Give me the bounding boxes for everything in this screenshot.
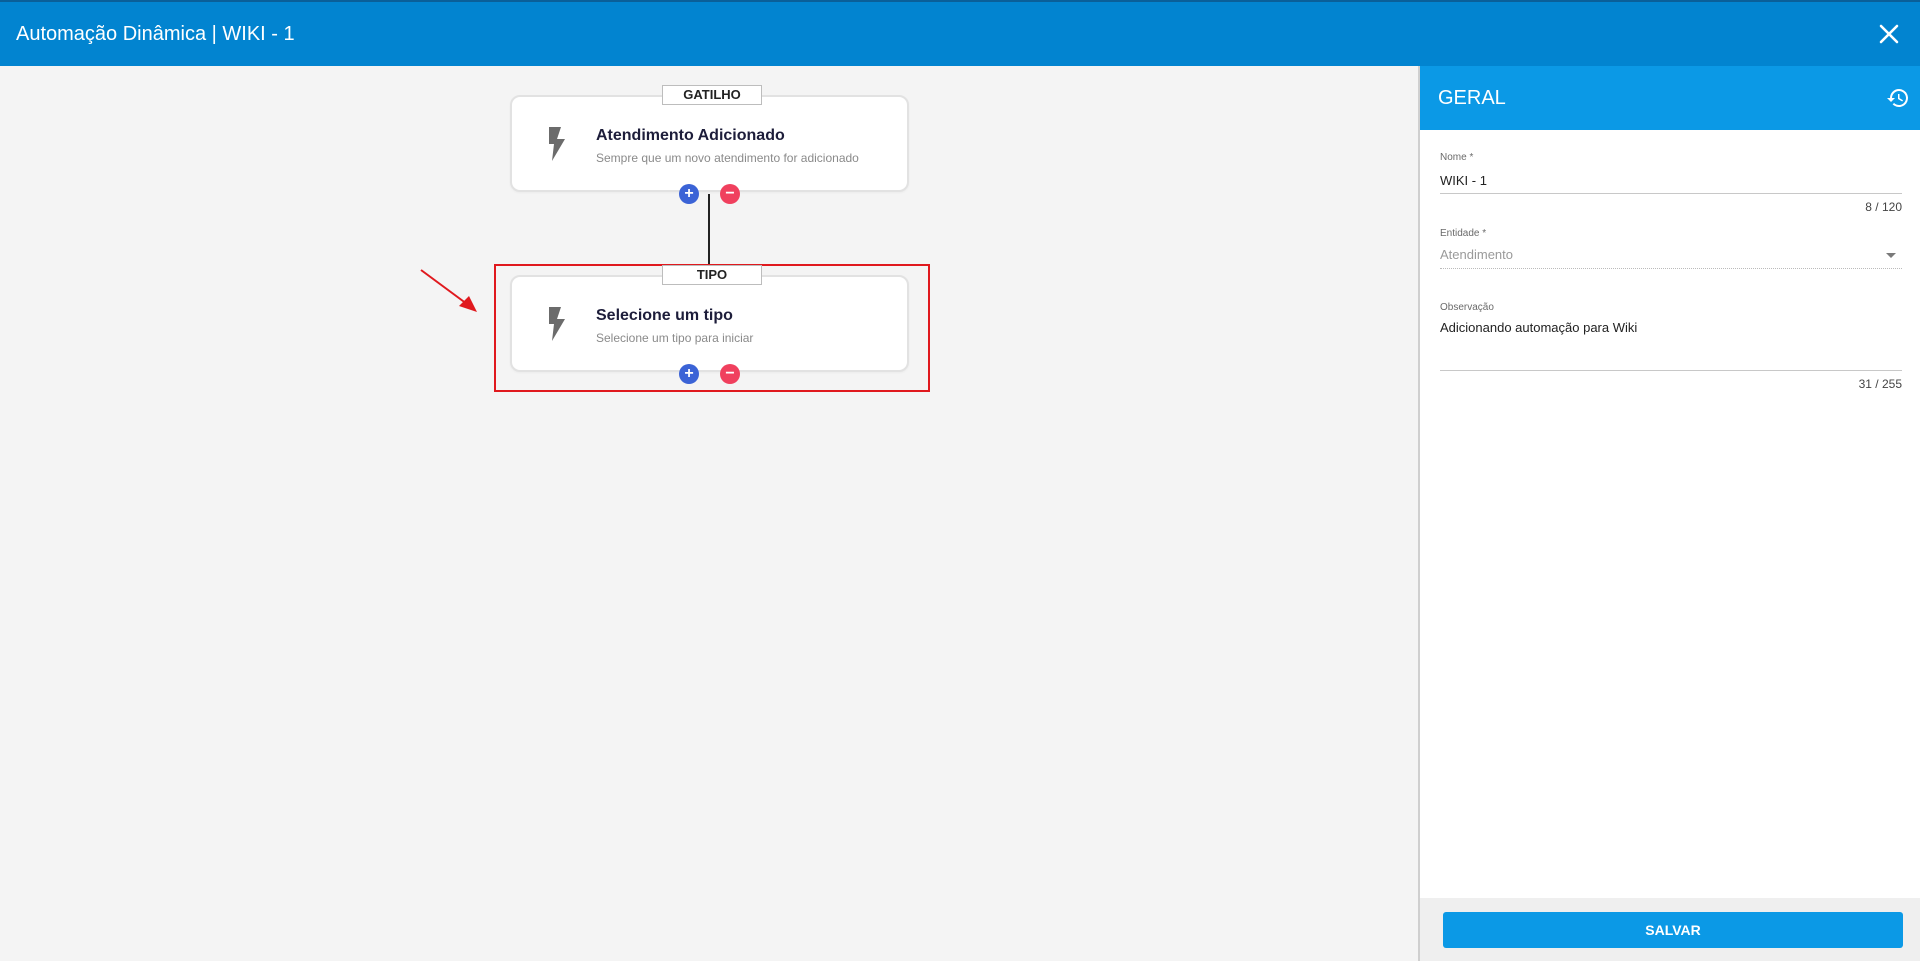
observacao-textarea[interactable]: Adicionando automação para Wiki xyxy=(1440,320,1902,362)
panel-footer: SALVAR xyxy=(1420,898,1920,961)
save-button[interactable]: SALVAR xyxy=(1443,912,1903,948)
trigger-node[interactable]: GATILHO Atendimento Adicionado Sempre qu… xyxy=(510,85,909,192)
entidade-select[interactable]: Atendimento xyxy=(1440,247,1902,265)
close-icon[interactable] xyxy=(1876,21,1902,47)
history-icon[interactable] xyxy=(1886,86,1910,110)
panel-header: GERAL xyxy=(1420,66,1920,130)
add-step-button[interactable]: + xyxy=(679,184,699,204)
remove-step-button[interactable]: − xyxy=(720,184,740,204)
entidade-label: Entidade * xyxy=(1440,228,1487,239)
type-title: Selecione um tipo xyxy=(596,307,733,324)
nome-input[interactable] xyxy=(1440,171,1902,189)
observacao-underline xyxy=(1440,370,1902,371)
remove-step-button[interactable]: − xyxy=(720,364,740,384)
trigger-subtitle: Sempre que um novo atendimento for adici… xyxy=(596,151,859,165)
properties-panel: GERAL Nome * 8 / 120 Entidade * Atendime… xyxy=(1418,66,1920,961)
connector-line xyxy=(708,194,710,264)
annotation-arrow-icon xyxy=(420,269,477,312)
trigger-tag: GATILHO xyxy=(662,85,762,105)
nome-label: Nome * xyxy=(1440,152,1474,163)
entidade-field-group: Entidade * Atendimento xyxy=(1440,228,1902,269)
window-title: Automação Dinâmica | WIKI - 1 xyxy=(16,23,295,45)
entidade-underline xyxy=(1440,268,1902,269)
lightning-bolt-icon xyxy=(549,127,565,161)
nome-field-group: Nome * 8 / 120 xyxy=(1440,152,1902,214)
chevron-down-icon xyxy=(1886,253,1896,258)
type-tag: TIPO xyxy=(662,265,762,285)
observacao-label: Observação xyxy=(1440,302,1494,313)
observacao-counter: 31 / 255 xyxy=(1858,377,1902,391)
add-step-button[interactable]: + xyxy=(679,364,699,384)
trigger-title: Atendimento Adicionado xyxy=(596,127,785,144)
type-node[interactable]: TIPO Selecione um tipo Selecione um tipo… xyxy=(510,265,909,372)
lightning-bolt-icon xyxy=(549,307,565,341)
panel-title: GERAL xyxy=(1438,87,1506,109)
window-titlebar: Automação Dinâmica | WIKI - 1 xyxy=(0,0,1920,66)
nome-counter: 8 / 120 xyxy=(1865,199,1902,214)
entidade-value: Atendimento xyxy=(1440,247,1513,262)
nome-underline xyxy=(1440,192,1902,194)
type-subtitle: Selecione um tipo para iniciar xyxy=(596,331,754,345)
observacao-field-group: Observação Adicionando automação para Wi… xyxy=(1440,302,1902,391)
